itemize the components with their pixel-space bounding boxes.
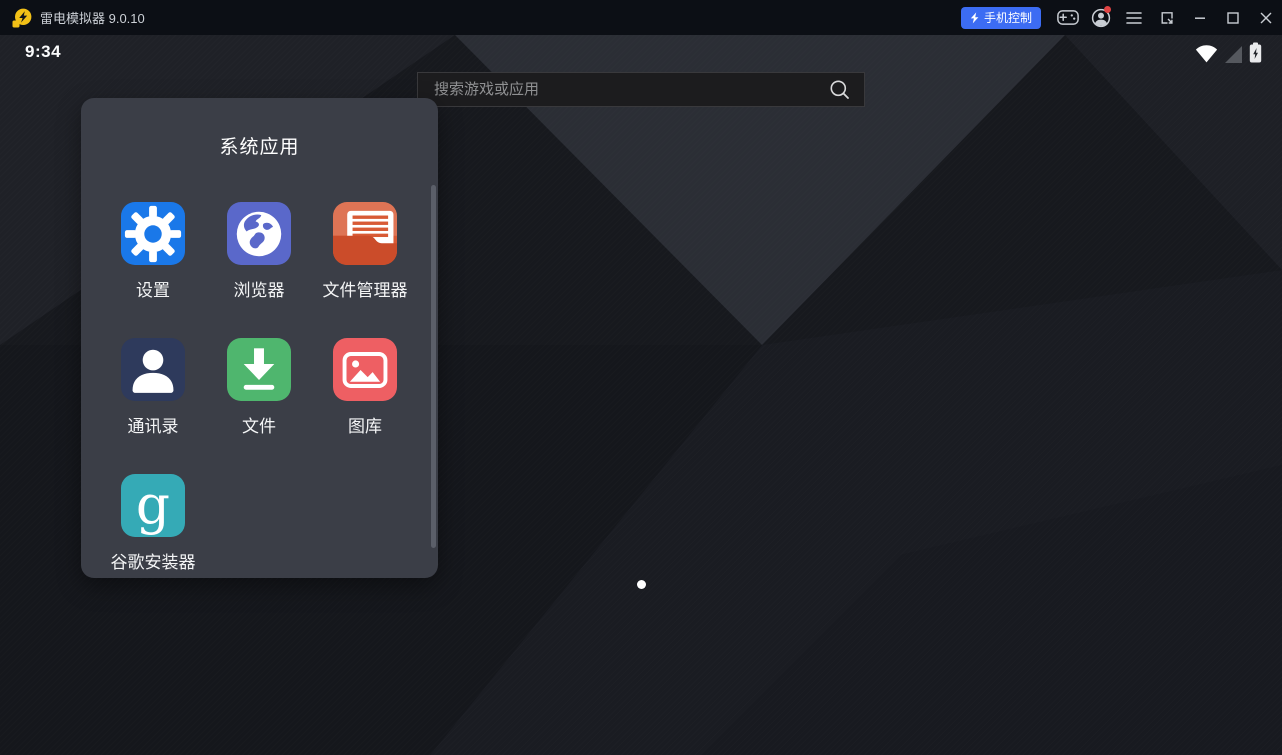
window-title: 雷电模拟器 9.0.10 bbox=[40, 8, 145, 27]
android-screen: 9:34 bbox=[0, 35, 1282, 755]
app-item-contacts[interactable]: 通讯录 bbox=[100, 338, 206, 437]
letter-g-icon: g bbox=[121, 474, 185, 537]
folder-scrollbar[interactable] bbox=[431, 185, 436, 548]
image-icon bbox=[333, 338, 397, 401]
app-label: 设置 bbox=[136, 276, 170, 301]
app-label: 浏览器 bbox=[234, 276, 285, 301]
search-input[interactable] bbox=[434, 81, 829, 98]
phone-control-label: 手机控制 bbox=[984, 9, 1032, 26]
close-icon[interactable] bbox=[1249, 0, 1282, 35]
account-icon[interactable] bbox=[1084, 0, 1117, 35]
app-item-gallery[interactable]: 图库 bbox=[312, 338, 418, 437]
emulator-window: 雷电模拟器 9.0.10 手机控制 bbox=[0, 0, 1282, 755]
globe-icon bbox=[227, 202, 291, 265]
search-bar bbox=[417, 72, 865, 107]
app-label: 文件 bbox=[242, 412, 276, 437]
app-grid: 设置 浏览器 bbox=[100, 202, 438, 573]
page-indicator-dot bbox=[637, 580, 646, 589]
folder-title: 系统应用 bbox=[81, 98, 438, 162]
app-label: 谷歌安装器 bbox=[111, 548, 196, 573]
app-label: 通讯录 bbox=[128, 412, 179, 437]
app-item-google-installer[interactable]: g 谷歌安装器 bbox=[100, 474, 206, 573]
person-icon bbox=[121, 338, 185, 401]
restore-icon[interactable] bbox=[1150, 0, 1183, 35]
lightning-icon bbox=[970, 12, 979, 24]
cellular-signal-icon bbox=[1225, 46, 1242, 63]
app-label: 图库 bbox=[348, 412, 382, 437]
folder-document-icon bbox=[333, 202, 397, 265]
status-time: 9:34 bbox=[25, 42, 61, 62]
system-apps-folder: 系统应用 bbox=[81, 98, 438, 578]
wifi-icon bbox=[1195, 45, 1218, 63]
gamepad-icon[interactable] bbox=[1051, 0, 1084, 35]
gear-icon bbox=[121, 202, 185, 265]
status-icons bbox=[1195, 43, 1262, 63]
download-icon bbox=[227, 338, 291, 401]
battery-charging-icon bbox=[1249, 42, 1262, 63]
titlebar-controls: 手机控制 bbox=[961, 0, 1282, 35]
titlebar: 雷电模拟器 9.0.10 手机控制 bbox=[0, 0, 1282, 35]
phone-control-button[interactable]: 手机控制 bbox=[961, 7, 1041, 29]
minimize-icon[interactable] bbox=[1183, 0, 1216, 35]
search-icon[interactable] bbox=[829, 79, 851, 101]
maximize-icon[interactable] bbox=[1216, 0, 1249, 35]
app-label: 文件管理器 bbox=[323, 276, 408, 301]
app-item-file-manager[interactable]: 文件管理器 bbox=[312, 202, 418, 301]
app-item-settings[interactable]: 设置 bbox=[100, 202, 206, 301]
menu-icon[interactable] bbox=[1117, 0, 1150, 35]
app-item-files[interactable]: 文件 bbox=[206, 338, 312, 437]
svg-text:g: g bbox=[136, 474, 170, 536]
app-logo-icon bbox=[12, 8, 32, 28]
app-item-browser[interactable]: 浏览器 bbox=[206, 202, 312, 301]
notification-dot bbox=[1104, 6, 1111, 13]
